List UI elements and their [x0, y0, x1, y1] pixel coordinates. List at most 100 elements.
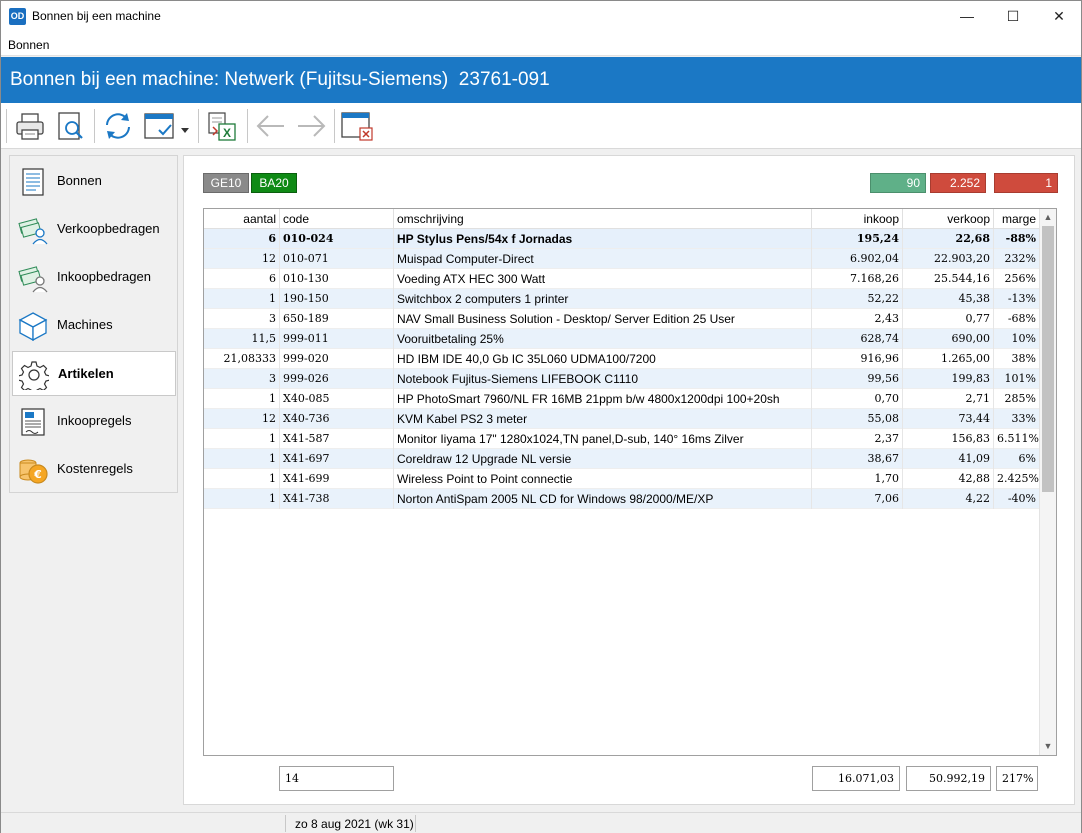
export-excel-button[interactable]: X	[203, 109, 239, 143]
table-row[interactable]: 6 010-130 Voeding ATX HEC 300 Watt 7.168,26…	[204, 269, 1040, 289]
table-row[interactable]: 1 190-150 Switchbox 2 computers 1 printer 5…	[204, 289, 1040, 309]
sidebar-item-kostenregels[interactable]: € Kostenregels	[12, 447, 176, 492]
table-row[interactable]: 1 X41-697 Coreldraw 12 Upgrade NL versie 38…	[204, 449, 1040, 469]
table-row[interactable]: 1 X40-085 HP PhotoSmart 7960/NL FR 16MB 21…	[204, 389, 1040, 409]
column-header-omschrijving[interactable]: omschrijving	[394, 209, 812, 229]
cell-aantal: 3	[204, 369, 280, 389]
cell-verkoop: 156,83	[903, 429, 994, 449]
cell-marge: -68%	[994, 309, 1040, 329]
scroll-up-icon[interactable]: ▲	[1040, 209, 1056, 226]
cell-inkoop: 195,24	[812, 229, 903, 249]
sidebar-item-machines[interactable]: Machines	[12, 303, 176, 348]
table-row[interactable]: 3 999-026 Notebook Fujitus-Siemens LIFEBOO…	[204, 369, 1040, 389]
table-row[interactable]: 1 X41-738 Norton AntiSpam 2005 NL CD for W…	[204, 489, 1040, 509]
cell-marge: 10%	[994, 329, 1040, 349]
table-row[interactable]: 11,5 999-011 Vooruitbetaling 25% 628,74 690,…	[204, 329, 1040, 349]
cell-verkoop: 4,22	[903, 489, 994, 509]
cell-marge: -40%	[994, 489, 1040, 509]
cell-code: 999-026	[280, 369, 394, 389]
cell-omschrijving: KVM Kabel PS2 3 meter	[394, 409, 812, 429]
cell-code: 010-130	[280, 269, 394, 289]
cell-marge: 256%	[994, 269, 1040, 289]
cell-inkoop: 628,74	[812, 329, 903, 349]
svg-text:€: €	[33, 468, 42, 481]
gear-icon	[19, 360, 49, 390]
cell-verkoop: 199,83	[903, 369, 994, 389]
table-row[interactable]: 6 010-024 HP Stylus Pens/54x f Jornadas 195…	[204, 229, 1040, 249]
cell-omschrijving: HD IBM IDE 40,0 Gb IC 35L060 UDMA100/720…	[394, 349, 812, 369]
table-row[interactable]: 12 X40-736 KVM Kabel PS2 3 meter 55,08 73,44…	[204, 409, 1040, 429]
sidebar-item-inkoopbedragen[interactable]: Inkoopbedragen	[12, 255, 176, 300]
cell-inkoop: 7.168,26	[812, 269, 903, 289]
cell-marge: -13%	[994, 289, 1040, 309]
column-header-inkoop[interactable]: inkoop	[812, 209, 903, 229]
toolbar: X	[1, 103, 1081, 149]
column-header-code[interactable]: code	[280, 209, 394, 229]
table-body: 6 010-024 HP Stylus Pens/54x f Jornadas 195…	[204, 229, 1040, 509]
forward-button[interactable]	[293, 109, 329, 143]
status-date: zo 8 aug 2021 (wk 31)	[295, 817, 414, 831]
app-icon: OD	[9, 8, 26, 25]
status-bar: zo 8 aug 2021 (wk 31)	[1, 812, 1081, 833]
cell-inkoop: 38,67	[812, 449, 903, 469]
cell-omschrijving: Coreldraw 12 Upgrade NL versie	[394, 449, 812, 469]
minimize-button[interactable]: —	[944, 1, 990, 32]
cell-omschrijving: Muispad Computer-Direct	[394, 249, 812, 269]
table-row[interactable]: 1 X41-699 Wireless Point to Point connecti…	[204, 469, 1040, 489]
close-button[interactable]: ✕	[1036, 1, 1082, 32]
cell-code: 010-071	[280, 249, 394, 269]
vertical-scrollbar[interactable]: ▲ ▼	[1039, 209, 1056, 755]
cell-marge: -88%	[994, 229, 1040, 249]
maximize-button[interactable]: ☐	[990, 1, 1036, 32]
export-excel-icon: X	[208, 112, 236, 141]
invoice-icon	[18, 407, 48, 437]
cell-inkoop: 916,96	[812, 349, 903, 369]
cube-icon	[18, 311, 48, 341]
close-window-button[interactable]	[339, 109, 375, 143]
title-bar: OD Bonnen bij een machine — ☐ ✕	[1, 1, 1081, 32]
cell-omschrijving: Switchbox 2 computers 1 printer	[394, 289, 812, 309]
cell-aantal: 1	[204, 489, 280, 509]
back-button[interactable]	[253, 109, 289, 143]
cell-marge: 6.511%	[994, 429, 1040, 449]
cell-aantal: 12	[204, 409, 280, 429]
cell-omschrijving: Vooruitbetaling 25%	[394, 329, 812, 349]
cell-verkoop: 73,44	[903, 409, 994, 429]
menu-bonnen[interactable]: Bonnen	[8, 38, 49, 52]
cell-aantal: 3	[204, 309, 280, 329]
scroll-down-icon[interactable]: ▼	[1040, 738, 1056, 755]
close-window-icon	[341, 112, 373, 141]
table-row[interactable]: 12 010-071 Muispad Computer-Direct 6.902,04…	[204, 249, 1040, 269]
sidebar-item-inkoopregels[interactable]: Inkoopregels	[12, 399, 176, 444]
cell-aantal: 1	[204, 289, 280, 309]
cell-aantal: 11,5	[204, 329, 280, 349]
cell-omschrijving: HP PhotoSmart 7960/NL FR 16MB 21ppm b/w …	[394, 389, 812, 409]
cell-aantal: 12	[204, 249, 280, 269]
ba-badge: BA20	[251, 173, 297, 193]
sidebar-item-verkoopbedragen[interactable]: Verkoopbedragen	[12, 207, 176, 252]
scrollbar-thumb[interactable]	[1042, 226, 1054, 492]
print-button[interactable]	[13, 109, 49, 143]
cell-marge: 101%	[994, 369, 1040, 389]
cell-inkoop: 6.902,04	[812, 249, 903, 269]
sidebar-item-bonnen[interactable]: Bonnen	[12, 159, 176, 204]
cell-verkoop: 0,77	[903, 309, 994, 329]
back-arrow-icon	[256, 115, 284, 137]
column-header-marge[interactable]: marge	[994, 209, 1040, 229]
page-title: Bonnen bij een machine: Netwerk (Fujitsu…	[10, 69, 550, 90]
print-preview-button[interactable]	[53, 109, 89, 143]
document-icon	[18, 167, 48, 197]
coins-icon: €	[18, 455, 48, 485]
cell-inkoop: 1,70	[812, 469, 903, 489]
table-row[interactable]: 21,08333 999-020 HD IBM IDE 40,0 Gb IC 35L…	[204, 349, 1040, 369]
select-window-button[interactable]	[141, 109, 177, 143]
dropdown-button[interactable]	[178, 109, 192, 143]
cell-code: 650-189	[280, 309, 394, 329]
refresh-button[interactable]	[100, 109, 136, 143]
cell-verkoop: 690,00	[903, 329, 994, 349]
column-header-verkoop[interactable]: verkoop	[903, 209, 994, 229]
table-row[interactable]: 1 X41-587 Monitor Iiyama 17" 1280x1024,TN …	[204, 429, 1040, 449]
sidebar-item-artikelen[interactable]: Artikelen	[12, 351, 176, 396]
column-header-aantal[interactable]: aantal	[204, 209, 280, 229]
table-row[interactable]: 3 650-189 NAV Small Business Solution - De…	[204, 309, 1040, 329]
